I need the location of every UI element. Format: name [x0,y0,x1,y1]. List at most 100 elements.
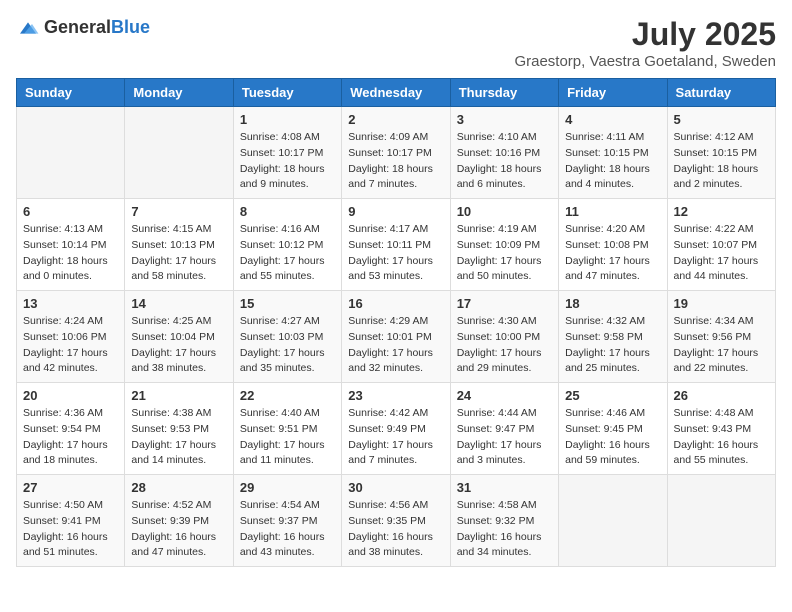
logo-icon [16,16,40,40]
calendar-cell: 1Sunrise: 4:08 AMSunset: 10:17 PMDayligh… [233,107,341,199]
week-row-2: 6Sunrise: 4:13 AMSunset: 10:14 PMDayligh… [17,199,776,291]
calendar-cell: 3Sunrise: 4:10 AMSunset: 10:16 PMDayligh… [450,107,558,199]
day-info: Sunrise: 4:38 AMSunset: 9:53 PMDaylight:… [131,406,226,469]
day-info: Sunrise: 4:12 AMSunset: 10:15 PMDaylight… [674,130,769,193]
day-info: Sunrise: 4:16 AMSunset: 10:12 PMDaylight… [240,222,335,285]
weekday-header-row: SundayMondayTuesdayWednesdayThursdayFrid… [17,79,776,107]
calendar-cell: 13 Sunrise: 4:24 AMSunset: 10:06 PMDaylig… [17,291,125,383]
weekday-header-saturday: Saturday [667,79,775,107]
day-info: Sunrise: 4:42 AMSunset: 9:49 PMDaylight:… [348,406,443,469]
day-number: 15 [240,296,335,311]
day-number: 23 [348,388,443,403]
calendar-cell: 2Sunrise: 4:09 AMSunset: 10:17 PMDayligh… [342,107,450,199]
logo-text: GeneralBlue [44,18,150,38]
calendar-cell: 18 Sunrise: 4:32 AMSunset: 9:58 PMDayligh… [559,291,667,383]
calendar-cell: 17Sunrise: 4:30 AMSunset: 10:00 PMDaylig… [450,291,558,383]
day-number: 19 [674,296,769,311]
calendar-cell: 16 Sunrise: 4:29 AMSunset: 10:01 PMDaylig… [342,291,450,383]
calendar-cell: 6Sunrise: 4:13 AMSunset: 10:14 PMDayligh… [17,199,125,291]
week-row-4: 20 Sunrise: 4:36 AMSunset: 9:54 PMDayligh… [17,383,776,475]
day-number: 21 [131,388,226,403]
day-info: Sunrise: 4:25 AMSunset: 10:04 PMDaylight… [131,314,226,377]
calendar-cell: 19 Sunrise: 4:34 AMSunset: 9:56 PMDayligh… [667,291,775,383]
day-number: 29 [240,480,335,495]
day-number: 28 [131,480,226,495]
day-number: 13 [23,296,118,311]
day-number: 9 [348,204,443,219]
calendar-cell: 15 Sunrise: 4:27 AMSunset: 10:03 PMDaylig… [233,291,341,383]
calendar-cell: 29 Sunrise: 4:54 AMSunset: 9:37 PMDayligh… [233,475,341,567]
weekday-header-wednesday: Wednesday [342,79,450,107]
weekday-header-friday: Friday [559,79,667,107]
logo-general: General [44,17,111,37]
logo-blue: Blue [111,17,150,37]
day-number: 12 [674,204,769,219]
calendar-cell: 27 Sunrise: 4:50 AMSunset: 9:41 PMDayligh… [17,475,125,567]
calendar-cell: 12 Sunrise: 4:22 AMSunset: 10:07 PMDaylig… [667,199,775,291]
day-info: Sunrise: 4:13 AMSunset: 10:14 PMDaylight… [23,222,118,285]
day-info: Sunrise: 4:08 AMSunset: 10:17 PMDaylight… [240,130,335,193]
day-number: 16 [348,296,443,311]
day-info: Sunrise: 4:24 AMSunset: 10:06 PMDaylight… [23,314,118,377]
day-number: 10 [457,204,552,219]
calendar-cell [667,475,775,567]
day-number: 11 [565,204,660,219]
weekday-header-tuesday: Tuesday [233,79,341,107]
day-number: 22 [240,388,335,403]
calendar-cell: 30Sunrise: 4:56 AMSunset: 9:35 PMDayligh… [342,475,450,567]
day-info: Sunrise: 4:29 AMSunset: 10:01 PMDaylight… [348,314,443,377]
weekday-header-thursday: Thursday [450,79,558,107]
calendar-cell: 8 Sunrise: 4:16 AMSunset: 10:12 PMDayligh… [233,199,341,291]
week-row-3: 13 Sunrise: 4:24 AMSunset: 10:06 PMDaylig… [17,291,776,383]
calendar-cell: 5 Sunrise: 4:12 AMSunset: 10:15 PMDayligh… [667,107,775,199]
day-info: Sunrise: 4:48 AMSunset: 9:43 PMDaylight:… [674,406,769,469]
location-title: Graestorp, Vaestra Goetaland, Sweden [514,53,776,70]
month-title: July 2025 [514,16,776,53]
day-info: Sunrise: 4:32 AMSunset: 9:58 PMDaylight:… [565,314,660,377]
day-info: Sunrise: 4:19 AMSunset: 10:09 PMDaylight… [457,222,552,285]
day-number: 5 [674,112,769,127]
calendar-cell: 14 Sunrise: 4:25 AMSunset: 10:04 PMDaylig… [125,291,233,383]
week-row-5: 27 Sunrise: 4:50 AMSunset: 9:41 PMDayligh… [17,475,776,567]
page-header: GeneralBlue July 2025 Graestorp, Vaestra… [16,16,776,70]
day-info: Sunrise: 4:11 AMSunset: 10:15 PMDaylight… [565,130,660,193]
day-info: Sunrise: 4:15 AMSunset: 10:13 PMDaylight… [131,222,226,285]
day-number: 25 [565,388,660,403]
calendar-cell: 31 Sunrise: 4:58 AMSunset: 9:32 PMDayligh… [450,475,558,567]
calendar-cell: 21 Sunrise: 4:38 AMSunset: 9:53 PMDayligh… [125,383,233,475]
day-number: 4 [565,112,660,127]
day-number: 26 [674,388,769,403]
day-number: 27 [23,480,118,495]
day-number: 8 [240,204,335,219]
calendar-table: SundayMondayTuesdayWednesdayThursdayFrid… [16,78,776,567]
calendar-cell [559,475,667,567]
calendar-cell: 25 Sunrise: 4:46 AMSunset: 9:45 PMDayligh… [559,383,667,475]
day-info: Sunrise: 4:17 AMSunset: 10:11 PMDaylight… [348,222,443,285]
day-info: Sunrise: 4:44 AMSunset: 9:47 PMDaylight:… [457,406,552,469]
title-block: July 2025 Graestorp, Vaestra Goetaland, … [514,16,776,70]
day-info: Sunrise: 4:34 AMSunset: 9:56 PMDaylight:… [674,314,769,377]
calendar-cell: 24 Sunrise: 4:44 AMSunset: 9:47 PMDayligh… [450,383,558,475]
day-number: 14 [131,296,226,311]
calendar-cell: 26 Sunrise: 4:48 AMSunset: 9:43 PMDayligh… [667,383,775,475]
weekday-header-sunday: Sunday [17,79,125,107]
day-info: Sunrise: 4:22 AMSunset: 10:07 PMDaylight… [674,222,769,285]
day-number: 20 [23,388,118,403]
day-info: Sunrise: 4:36 AMSunset: 9:54 PMDaylight:… [23,406,118,469]
logo: GeneralBlue [16,16,150,40]
calendar-cell: 20 Sunrise: 4:36 AMSunset: 9:54 PMDayligh… [17,383,125,475]
day-info: Sunrise: 4:58 AMSunset: 9:32 PMDaylight:… [457,498,552,561]
day-number: 3 [457,112,552,127]
calendar-cell: 4 Sunrise: 4:11 AMSunset: 10:15 PMDayligh… [559,107,667,199]
day-info: Sunrise: 4:40 AMSunset: 9:51 PMDaylight:… [240,406,335,469]
day-number: 24 [457,388,552,403]
day-number: 18 [565,296,660,311]
day-number: 7 [131,204,226,219]
day-info: Sunrise: 4:46 AMSunset: 9:45 PMDaylight:… [565,406,660,469]
day-number: 2 [348,112,443,127]
day-info: Sunrise: 4:52 AMSunset: 9:39 PMDaylight:… [131,498,226,561]
day-info: Sunrise: 4:27 AMSunset: 10:03 PMDaylight… [240,314,335,377]
day-info: Sunrise: 4:54 AMSunset: 9:37 PMDaylight:… [240,498,335,561]
day-number: 31 [457,480,552,495]
day-info: Sunrise: 4:50 AMSunset: 9:41 PMDaylight:… [23,498,118,561]
